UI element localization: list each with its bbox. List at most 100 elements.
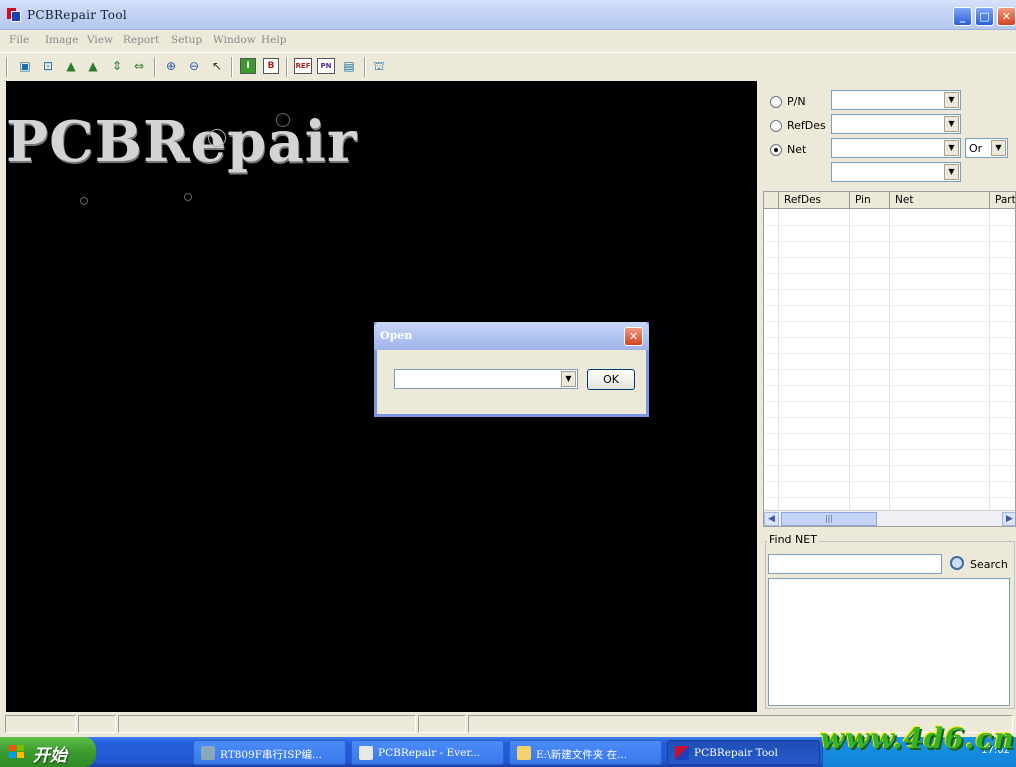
start-label: 开始 <box>33 746 67 766</box>
net2-combo[interactable]: ▼ <box>831 162 961 182</box>
menu-view[interactable]: View <box>87 34 113 46</box>
net-combo[interactable]: ▼ <box>831 138 961 158</box>
menu-bar: File Image View Report Setup Window Help <box>0 30 1016 50</box>
menu-image[interactable]: Image <box>45 34 78 46</box>
col-net[interactable]: Net <box>895 194 913 206</box>
find-net-label: Find NET <box>767 533 819 546</box>
col-part[interactable]: Part <box>995 194 1015 206</box>
right-panel: P/N ▼ RefDes ▼ Net ▼ Or ▼ ▼ RefDes Pin N… <box>760 81 1016 712</box>
zoom-out-icon[interactable]: ⊖ <box>185 57 203 75</box>
table-row[interactable] <box>764 353 1015 354</box>
table-row[interactable] <box>764 305 1015 306</box>
table-row[interactable] <box>764 417 1015 418</box>
table-row[interactable] <box>764 385 1015 386</box>
maximize-button[interactable]: □ <box>975 7 994 26</box>
menu-help[interactable]: Help <box>261 34 286 46</box>
logic-value: Or <box>969 142 983 155</box>
flip-mirror-icon[interactable]: ▲ <box>84 57 102 75</box>
table-row[interactable] <box>764 321 1015 322</box>
task-pcbrepair-ever[interactable]: PCBRepair - Ever... <box>351 740 504 765</box>
save-icon[interactable]: ▤ <box>340 57 358 75</box>
task-pcbrepair-tool[interactable]: PCBRepair Tool <box>667 740 820 765</box>
radio-net-circle[interactable] <box>770 144 782 156</box>
open-image-icon[interactable]: ⊡ <box>39 57 57 75</box>
dialog-close-button[interactable]: ✕ <box>624 327 643 346</box>
table-row[interactable] <box>764 257 1015 258</box>
i-tool-icon[interactable]: I <box>240 58 256 74</box>
dialog-title: Open <box>380 329 413 342</box>
task-label: E:\新建文件夹 在... <box>536 749 628 761</box>
open-file-combo[interactable]: ▼ <box>394 369 578 389</box>
table-row[interactable] <box>764 449 1015 450</box>
col-pin[interactable]: Pin <box>855 194 871 206</box>
menu-window[interactable]: Window <box>213 34 256 46</box>
table-row[interactable] <box>764 401 1015 402</box>
chevron-down-icon[interactable]: ▼ <box>561 371 576 387</box>
window-title: PCBRepair Tool <box>27 8 127 22</box>
chevron-down-icon[interactable]: ▼ <box>944 92 959 108</box>
table-row[interactable] <box>764 289 1015 290</box>
table-row[interactable] <box>764 241 1015 242</box>
flip-vertical-icon[interactable]: ⇕ <box>108 57 126 75</box>
radio-refdes-circle[interactable] <box>770 120 782 132</box>
pcbrepair-doc-icon <box>359 746 373 760</box>
b-tool-icon[interactable]: B <box>263 58 279 74</box>
table-row[interactable] <box>764 337 1015 338</box>
table-row[interactable] <box>764 273 1015 274</box>
find-results-list[interactable] <box>768 578 1010 706</box>
dialog-title-bar[interactable]: Open ✕ <box>374 322 649 350</box>
pcbrepair-logo: PCBRepair <box>6 109 358 175</box>
task-folder[interactable]: E:\新建文件夹 在... <box>509 740 662 765</box>
status-panel <box>418 715 466 733</box>
settings-icon[interactable]: ⛫ <box>370 57 388 75</box>
grid-column-line <box>989 209 990 513</box>
fit-window-icon[interactable]: ▣ <box>16 57 34 75</box>
open-file-combo-dropdown[interactable]: ▼ <box>560 370 577 388</box>
grid-header-separator <box>778 192 779 209</box>
chevron-down-icon[interactable]: ▼ <box>944 116 959 132</box>
flip-horizontal-icon[interactable]: ⇔ <box>130 57 148 75</box>
chevron-down-icon[interactable]: ▼ <box>944 140 959 156</box>
logic-combo[interactable]: Or ▼ <box>965 138 1008 158</box>
refdes-combo[interactable]: ▼ <box>831 114 961 134</box>
task-rt809f[interactable]: RT809F串行ISP编... <box>193 740 346 765</box>
task-label: PCBRepair - Ever... <box>378 747 481 759</box>
zoom-in-icon[interactable]: ⊕ <box>162 57 180 75</box>
pn-combo[interactable]: ▼ <box>831 90 961 110</box>
find-net-input[interactable] <box>768 554 942 574</box>
result-grid[interactable]: RefDes Pin Net Part ◀ ||| ▶ <box>763 191 1016 527</box>
ref-tool-icon[interactable]: REF <box>294 58 312 74</box>
grid-header: RefDes Pin Net Part <box>764 192 1015 209</box>
pn-tool-icon[interactable]: PN <box>317 58 335 74</box>
chevron-down-icon[interactable]: ▼ <box>991 140 1006 156</box>
scroll-right-icon[interactable]: ▶ <box>1002 512 1015 526</box>
title-bar[interactable]: PCBRepair Tool _ □ ✕ <box>0 0 1016 30</box>
chevron-down-icon[interactable]: ▼ <box>944 164 959 180</box>
search-icon <box>950 556 964 570</box>
table-row[interactable] <box>764 481 1015 482</box>
sparkle-decoration <box>276 113 290 127</box>
scroll-thumb[interactable]: ||| <box>781 512 877 526</box>
pointer-icon[interactable]: ↖ <box>208 57 226 75</box>
minimize-button[interactable]: _ <box>953 7 972 26</box>
search-button[interactable]: Search <box>948 554 1010 574</box>
horizontal-scrollbar[interactable]: ◀ ||| ▶ <box>764 510 1015 526</box>
start-button[interactable]: 开始 <box>0 737 96 767</box>
menu-file[interactable]: File <box>9 34 29 46</box>
task-label: PCBRepair Tool <box>694 747 778 759</box>
table-row[interactable] <box>764 433 1015 434</box>
table-row[interactable] <box>764 225 1015 226</box>
radio-pn-circle[interactable] <box>770 96 782 108</box>
status-panel <box>118 715 416 733</box>
toolbar-separator <box>364 57 366 77</box>
menu-setup[interactable]: Setup <box>171 34 202 46</box>
col-refdes[interactable]: RefDes <box>784 194 821 206</box>
scroll-left-icon[interactable]: ◀ <box>764 512 779 526</box>
ok-button[interactable]: OK <box>587 369 635 390</box>
flip-up-icon[interactable]: ▲ <box>62 57 80 75</box>
table-row[interactable] <box>764 465 1015 466</box>
close-button[interactable]: ✕ <box>997 7 1016 26</box>
menu-report[interactable]: Report <box>123 34 159 46</box>
table-row[interactable] <box>764 497 1015 498</box>
table-row[interactable] <box>764 369 1015 370</box>
